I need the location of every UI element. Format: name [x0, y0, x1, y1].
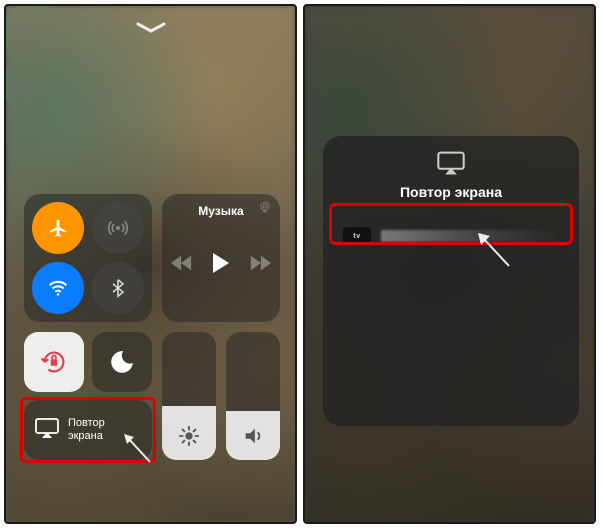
- bluetooth-toggle[interactable]: [92, 262, 144, 314]
- brightness-slider[interactable]: [162, 332, 216, 460]
- music-title-label: Музыка: [172, 204, 270, 218]
- play-button[interactable]: [211, 252, 231, 279]
- airplane-toggle[interactable]: [32, 202, 84, 254]
- volume-slider[interactable]: [226, 332, 280, 460]
- collapse-chevron[interactable]: [131, 20, 171, 36]
- moon-icon: [109, 349, 135, 375]
- screen-mirroring-label: Повтор экрана: [68, 417, 105, 443]
- mirroring-panel: Повтор экрана tv: [323, 136, 579, 426]
- wifi-toggle[interactable]: [32, 262, 84, 314]
- bluetooth-icon: [108, 278, 128, 298]
- screen-mirroring-button[interactable]: Повтор экрана: [24, 400, 152, 460]
- airplay-video-icon: [34, 417, 60, 444]
- wifi-icon: [47, 277, 69, 299]
- mirroring-device-name: [381, 230, 559, 242]
- orientation-lock-icon: [39, 347, 69, 377]
- sun-icon: [178, 425, 200, 452]
- airplane-icon: [47, 217, 69, 239]
- rewind-button[interactable]: [171, 254, 193, 277]
- phone-control-center: Музыка: [4, 4, 297, 524]
- connectivity-group: [24, 194, 152, 322]
- apple-tv-icon: tv: [343, 227, 371, 245]
- orientation-lock-toggle[interactable]: [24, 332, 84, 392]
- phone-mirroring-panel: Повтор экрана tv: [303, 4, 596, 524]
- mirroring-device-row[interactable]: tv: [337, 218, 565, 254]
- music-widget[interactable]: Музыка: [162, 194, 280, 322]
- airplay-audio-icon: [258, 200, 272, 219]
- forward-button[interactable]: [249, 254, 271, 277]
- antenna-icon: [106, 216, 130, 240]
- airplay-video-icon: [337, 150, 565, 176]
- mirroring-panel-title: Повтор экрана: [337, 184, 565, 200]
- speaker-icon: [242, 425, 264, 452]
- cellular-toggle[interactable]: [92, 202, 144, 254]
- do-not-disturb-toggle[interactable]: [92, 332, 152, 392]
